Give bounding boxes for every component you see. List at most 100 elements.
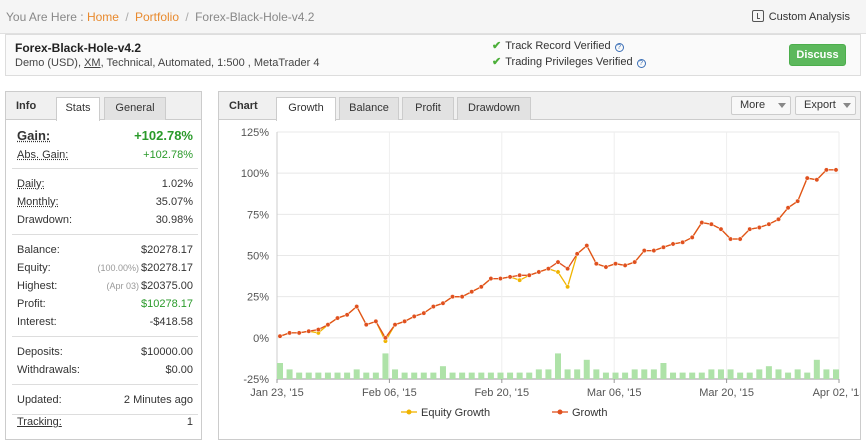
volume-bar <box>804 372 811 379</box>
growth-point <box>402 318 408 324</box>
volume-bar <box>324 372 331 379</box>
y-tick-label: 75% <box>247 209 269 221</box>
growth-point <box>373 318 379 324</box>
tracking-row: Tracking: 1 <box>17 416 193 432</box>
drawdown-row: Drawdown: 30.98% <box>17 214 193 230</box>
volume-bar <box>583 359 590 379</box>
track-record-verified: ✔ Track Record Verified? <box>492 39 624 52</box>
growth-point <box>593 261 599 267</box>
growth-point <box>315 327 321 333</box>
updated-value: 2 Minutes ago <box>123 394 193 406</box>
growth-chart[interactable]: 125% 100% 75% 50% 25% 0% -25%Jan 23, '15 Feb 06… <box>219 120 860 439</box>
growth-point <box>335 315 340 321</box>
interest-value: -$418.58 <box>149 316 193 328</box>
tab-balance[interactable]: Balance <box>339 97 399 120</box>
chart-panel: Chart Growth Balance Profit Drawdown Mor… <box>218 91 861 440</box>
y-tick-label: 25% <box>247 292 269 304</box>
highest-row: Highest: (Apr 03) $20375.00 <box>17 280 193 296</box>
equity-growth-point <box>565 284 571 290</box>
more-dropdown[interactable]: More <box>731 96 791 115</box>
growth-point <box>277 333 283 339</box>
volume-bar <box>478 372 485 379</box>
help-icon[interactable]: ? <box>614 43 624 52</box>
monthly-row: Monthly: 35.07% <box>17 196 193 212</box>
growth-point <box>660 244 666 250</box>
growth-point <box>728 236 734 242</box>
discuss-button[interactable]: Discuss <box>789 44 846 66</box>
volume-bar <box>823 369 830 379</box>
y-tick-label: -25% <box>243 374 269 386</box>
highest-date: (Apr 03) <box>106 281 139 291</box>
tracking-link[interactable]: Tracking: <box>17 416 62 428</box>
deposits-label: Deposits: <box>17 346 63 358</box>
growth-point <box>574 251 580 257</box>
breadcrumb-separator: / <box>185 10 189 24</box>
deposits-row: Deposits: $10000.00 <box>17 346 193 362</box>
monthly-label: Monthly: <box>17 196 59 208</box>
tab-profit[interactable]: Profit <box>402 97 454 120</box>
growth-point <box>382 335 388 341</box>
system-meta: Demo (USD), XM, Technical, Automated, 1:… <box>15 57 319 69</box>
volume-bar <box>746 372 753 379</box>
custom-analysis-label: Custom Analysis <box>768 11 850 23</box>
growth-point <box>804 175 810 181</box>
volume-bar <box>286 369 293 379</box>
growth-point <box>325 322 331 328</box>
growth-point <box>565 266 571 272</box>
account-type: Demo (USD), <box>15 57 82 69</box>
export-dropdown[interactable]: Export <box>795 96 856 115</box>
breadcrumb-bar: You Are Here : Home / Portfolio / Forex-… <box>0 0 866 34</box>
growth-line <box>279 169 836 339</box>
volume-bar <box>535 369 542 379</box>
chevron-down-icon <box>778 103 786 108</box>
chevron-down-icon <box>843 103 851 108</box>
volume-bar <box>574 369 581 379</box>
volume-bar <box>602 372 609 379</box>
broker-link[interactable]: XM <box>84 57 101 69</box>
volume-bar <box>631 369 638 379</box>
volume-bar <box>622 372 629 379</box>
x-tick-label: Apr 02, '15 <box>813 387 860 399</box>
growth-point <box>603 264 609 270</box>
volume-bar <box>765 366 772 379</box>
divider <box>12 168 198 169</box>
volume-bar <box>833 369 839 379</box>
daily-label: Daily: <box>17 178 45 190</box>
help-icon[interactable]: ? <box>636 59 646 68</box>
volume-bar <box>296 372 303 379</box>
divider <box>12 414 198 415</box>
abs-gain-row: Abs. Gain: +102.78% <box>17 149 193 165</box>
volume-bar <box>689 372 696 379</box>
profit-value: $10278.17 <box>141 298 193 310</box>
breadcrumb-portfolio-link[interactable]: Portfolio <box>135 10 179 24</box>
abs-gain-label: Abs. Gain: <box>17 149 69 161</box>
growth-point <box>632 259 638 265</box>
monthly-value: 35.07% <box>155 196 193 208</box>
growth-point <box>498 276 503 282</box>
breadcrumb-home-link[interactable]: Home <box>87 10 119 24</box>
custom-analysis-link[interactable]: Custom Analysis <box>751 10 850 23</box>
equity-growth-point <box>517 277 523 283</box>
equity-row: Equity: (100.00%) $20278.17 <box>17 262 193 278</box>
volume-bar <box>497 372 504 379</box>
profit-label: Profit: <box>17 298 46 310</box>
info-panel: Info Stats General Gain: +102.78% Abs. G… <box>5 91 202 440</box>
legend-marker <box>406 409 412 415</box>
volume-bar <box>717 369 724 379</box>
volume-bar <box>344 372 351 379</box>
tab-stats[interactable]: Stats <box>56 97 100 121</box>
growth-point <box>670 241 676 247</box>
more-label: More <box>740 99 766 111</box>
chart-title: Chart <box>229 100 258 112</box>
tab-general[interactable]: General <box>104 97 166 120</box>
balance-label: Balance: <box>17 244 60 256</box>
growth-point <box>488 276 494 282</box>
volume-bar <box>372 372 379 379</box>
volume-bar <box>430 372 437 379</box>
tab-growth[interactable]: Growth <box>276 97 336 121</box>
tab-drawdown[interactable]: Drawdown <box>457 97 531 120</box>
breadcrumb-current: Forex-Black-Hole-v4.2 <box>195 10 315 24</box>
daily-value: 1.02% <box>161 178 193 190</box>
growth-point <box>785 205 791 211</box>
breadcrumb-prefix: You Are Here : <box>6 10 84 24</box>
